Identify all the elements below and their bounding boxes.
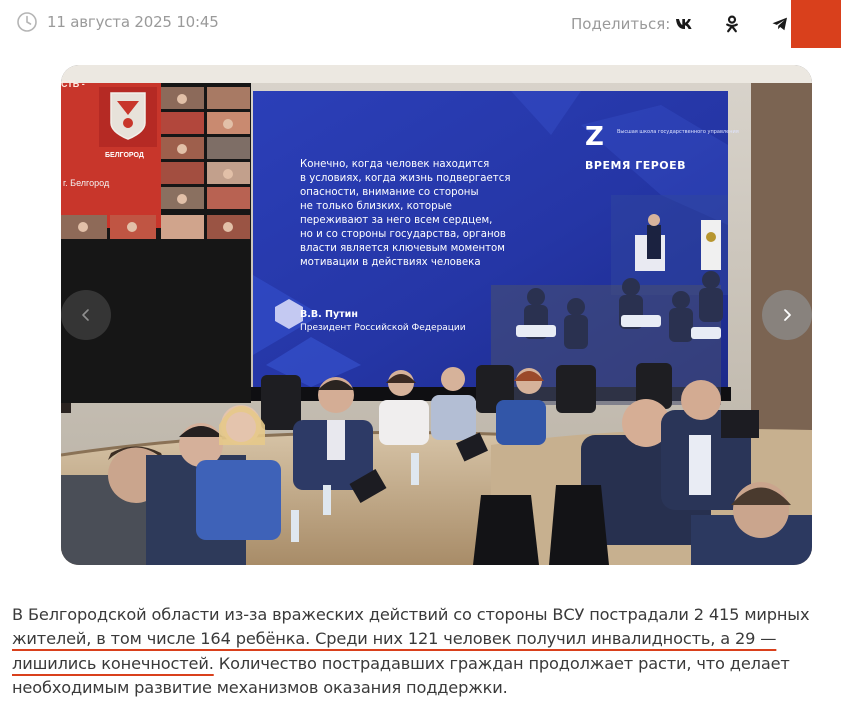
chevron-left-icon [82, 309, 89, 321]
share-accent-tab[interactable] [791, 0, 841, 48]
clock-icon [16, 11, 38, 33]
telegram-icon[interactable] [768, 12, 792, 36]
chevron-right-icon [784, 309, 791, 321]
gallery-prev-button[interactable] [61, 290, 111, 340]
quote-line: власти является ключевым моментом [300, 243, 505, 254]
z-letter-icon: Z [585, 122, 604, 152]
date-text: 11 августа 2025 10:45 [47, 13, 219, 31]
quote-line: мотивации в действиях человека [300, 257, 481, 268]
article-photo: БЕЛГОРОД СТЬ - г. Белгород Конечно, когд… [61, 65, 812, 565]
odnoklassniki-icon[interactable] [720, 12, 744, 36]
left-panel-partial-title: СТЬ - [61, 79, 85, 89]
quote-line: Конечно, когда человек находится [300, 159, 489, 170]
quote-author-name: В.В. Путин [300, 309, 358, 320]
gallery-next-button[interactable] [762, 290, 812, 340]
quote-author-title: Президент Российской Федерации [300, 323, 466, 333]
share-block: Поделиться: [571, 0, 670, 48]
article-text: В Белгородской области из-за вражеских д… [12, 605, 810, 624]
quote-line: в условиях, когда жизнь подвергается [300, 173, 510, 184]
publish-date: 11 августа 2025 10:45 [16, 11, 219, 33]
article-meta-bar: 11 августа 2025 10:45 Поделиться: [0, 0, 841, 48]
article-paragraph: В Белгородской области из-за вражеских д… [12, 603, 834, 701]
quote-line: опасности, внимание со стороны [300, 187, 479, 198]
quote-line: но и со стороны государства, органов [300, 229, 506, 240]
share-label: Поделиться: [571, 15, 671, 33]
quote-line: переживают за него всем сердцем, [300, 215, 492, 226]
program-title: ВРЕМЯ ГЕРОЕВ [585, 159, 686, 172]
program-subtitle: Высшая школа государственного управления [617, 129, 739, 135]
vk-icon[interactable] [672, 12, 696, 36]
belgorod-coat-of-arms [110, 92, 146, 140]
left-panel-label: г. Белгород [63, 178, 110, 188]
left-panel-brand: БЕЛГОРОД [105, 152, 144, 159]
quote-line: не только близких, которые [300, 201, 452, 212]
